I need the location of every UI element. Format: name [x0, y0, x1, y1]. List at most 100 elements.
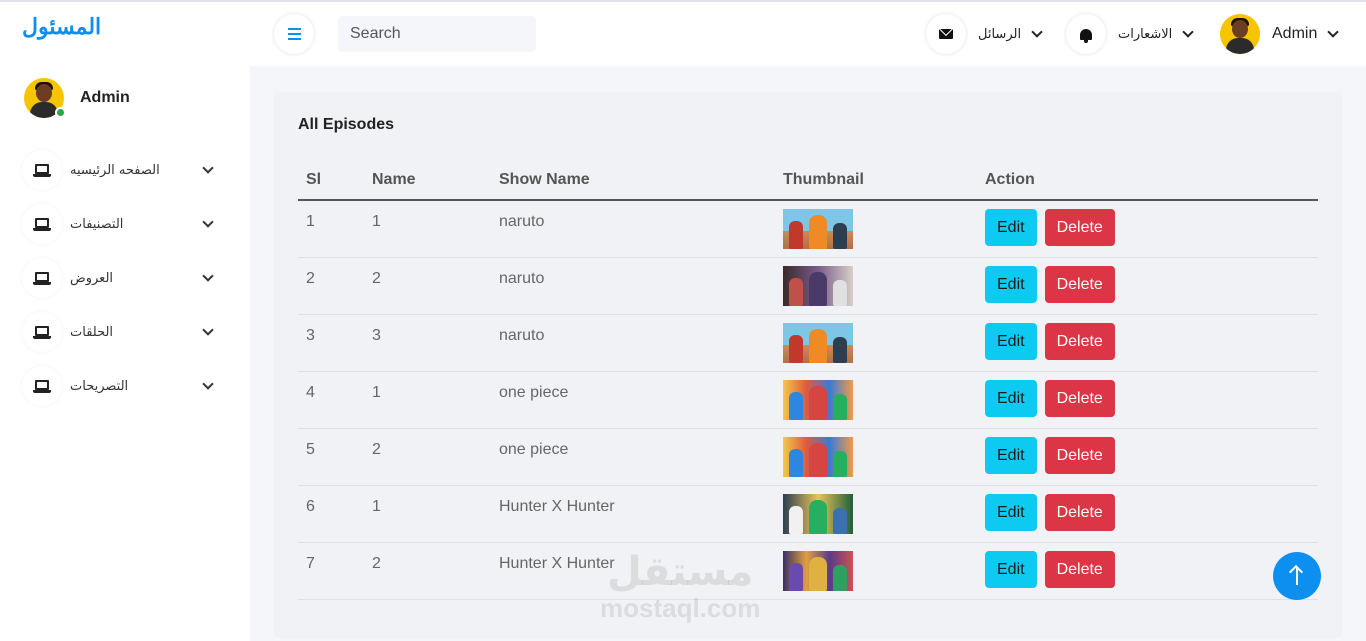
sidebar: المسئول Admin الصفحه الرئيسيه التصنيفات …: [0, 2, 250, 641]
cell-sl: 1: [298, 200, 364, 258]
cell-sl: 6: [298, 485, 364, 543]
table-row: 1 1 naruto Edit Delete: [298, 200, 1318, 258]
cell-name: 1: [364, 371, 491, 429]
cell-name: 1: [364, 200, 491, 258]
sidebar-item-label: الحلقات: [70, 324, 114, 340]
cell-thumbnail: [775, 542, 977, 600]
sidebar-user: Admin: [24, 78, 130, 118]
user-menu-dropdown[interactable]: Admin: [1220, 14, 1340, 54]
messages-label: الرسائل: [978, 26, 1022, 42]
cell-sl: 4: [298, 371, 364, 429]
chevron-down-icon: [1031, 26, 1043, 38]
sidebar-item-home[interactable]: الصفحه الرئيسيه: [22, 150, 222, 190]
table-row: 7 2 Hunter X Hunter Edit Delete: [298, 542, 1318, 600]
sidebar-item-permissions[interactable]: التصريحات: [22, 366, 222, 406]
cell-sl: 3: [298, 314, 364, 372]
cell-sl: 7: [298, 542, 364, 600]
edit-button[interactable]: Edit: [985, 436, 1037, 474]
table-row: 6 1 Hunter X Hunter Edit Delete: [298, 485, 1318, 543]
card-title: All Episodes: [298, 116, 395, 133]
delete-button[interactable]: Delete: [1044, 322, 1115, 360]
cell-thumbnail: [775, 314, 977, 372]
thumbnail-image: [783, 436, 853, 477]
cell-name: 3: [364, 314, 491, 372]
sidebar-item-label: الصفحه الرئيسيه: [70, 162, 160, 178]
table-row: 2 2 naruto Edit Delete: [298, 257, 1318, 315]
hamburger-icon: [287, 28, 301, 30]
delete-button[interactable]: Delete: [1044, 436, 1115, 474]
cell-name: 2: [364, 542, 491, 600]
user-name: Admin: [1272, 25, 1318, 42]
cell-thumbnail: [775, 257, 977, 315]
delete-button[interactable]: Delete: [1044, 493, 1115, 531]
bell-icon: [1066, 14, 1106, 54]
cell-name: 2: [364, 428, 491, 486]
delete-button[interactable]: Delete: [1044, 379, 1115, 417]
column-header: Sl: [298, 160, 364, 201]
sidebar-item-label: العروض: [70, 270, 114, 286]
edit-button[interactable]: Edit: [985, 493, 1037, 531]
arrow-up-icon: [1296, 567, 1298, 585]
chevron-down-icon: [202, 378, 214, 390]
sidebar-nav: الصفحه الرئيسيه التصنيفات العروض الحلقات…: [22, 150, 222, 420]
edit-button[interactable]: Edit: [985, 550, 1037, 588]
messages-dropdown[interactable]: الرسائل: [926, 14, 1043, 54]
laptop-icon: [22, 366, 62, 406]
watermark-arabic: مستقل: [607, 549, 754, 595]
cell-show-name: one piece: [491, 371, 775, 429]
cell-actions: Edit Delete: [977, 314, 1318, 372]
cell-sl: 2: [298, 257, 364, 315]
edit-button[interactable]: Edit: [985, 209, 1037, 246]
cell-actions: Edit Delete: [977, 428, 1318, 486]
sidebar-user-name: Admin: [80, 89, 130, 106]
thumbnail-image: [783, 265, 853, 306]
sidebar-item-episodes[interactable]: الحلقات: [22, 312, 222, 352]
watermark: مستقل mostaql.com: [600, 550, 760, 622]
cell-name: 1: [364, 485, 491, 543]
sidebar-item-categories[interactable]: التصنيفات: [22, 204, 222, 244]
thumbnail-image: [783, 493, 853, 534]
cell-thumbnail: [775, 485, 977, 543]
cell-name: 2: [364, 257, 491, 315]
cell-show-name: Hunter X Hunter: [491, 485, 775, 543]
thumbnail-image: [783, 322, 853, 363]
delete-button[interactable]: Delete: [1044, 550, 1115, 588]
cell-show-name: one piece: [491, 428, 775, 486]
chevron-down-icon: [1327, 26, 1340, 38]
delete-button[interactable]: Delete: [1044, 265, 1115, 303]
cell-thumbnail: [775, 428, 977, 486]
laptop-icon: [22, 258, 62, 298]
chevron-down-icon: [202, 324, 214, 336]
thumbnail-image: [783, 550, 853, 591]
chevron-down-icon: [202, 216, 214, 228]
menu-toggle-button[interactable]: [274, 14, 314, 54]
chevron-down-icon: [1182, 26, 1194, 38]
cell-actions: Edit Delete: [977, 485, 1318, 543]
notifications-dropdown[interactable]: الاشعارات: [1066, 14, 1194, 54]
cell-show-name: naruto: [491, 314, 775, 372]
topbar: الرسائل الاشعارات Admin: [250, 2, 1366, 66]
table-row: 3 3 naruto Edit Delete: [298, 314, 1318, 372]
cell-thumbnail: [775, 200, 977, 258]
column-header: Thumbnail: [775, 160, 977, 201]
edit-button[interactable]: Edit: [985, 265, 1037, 303]
cell-show-name: naruto: [491, 200, 775, 258]
table-row: 4 1 one piece Edit Delete: [298, 371, 1318, 429]
avatar: [24, 78, 66, 118]
edit-button[interactable]: Edit: [985, 322, 1037, 360]
sidebar-item-label: التصريحات: [70, 378, 129, 394]
cell-show-name: naruto: [491, 257, 775, 315]
edit-button[interactable]: Edit: [985, 379, 1037, 417]
sidebar-item-shows[interactable]: العروض: [22, 258, 222, 298]
sidebar-item-label: التصنيفات: [70, 216, 124, 232]
laptop-icon: [22, 204, 62, 244]
cell-actions: Edit Delete: [977, 542, 1318, 600]
delete-button[interactable]: Delete: [1044, 209, 1115, 246]
thumbnail-image: [783, 379, 853, 420]
search-input[interactable]: [338, 16, 536, 52]
cell-thumbnail: [775, 371, 977, 429]
notifications-label: الاشعارات: [1118, 26, 1173, 42]
brand-title[interactable]: المسئول: [22, 14, 101, 40]
scroll-to-top-button[interactable]: [1273, 552, 1321, 600]
online-status-dot: [55, 107, 66, 118]
